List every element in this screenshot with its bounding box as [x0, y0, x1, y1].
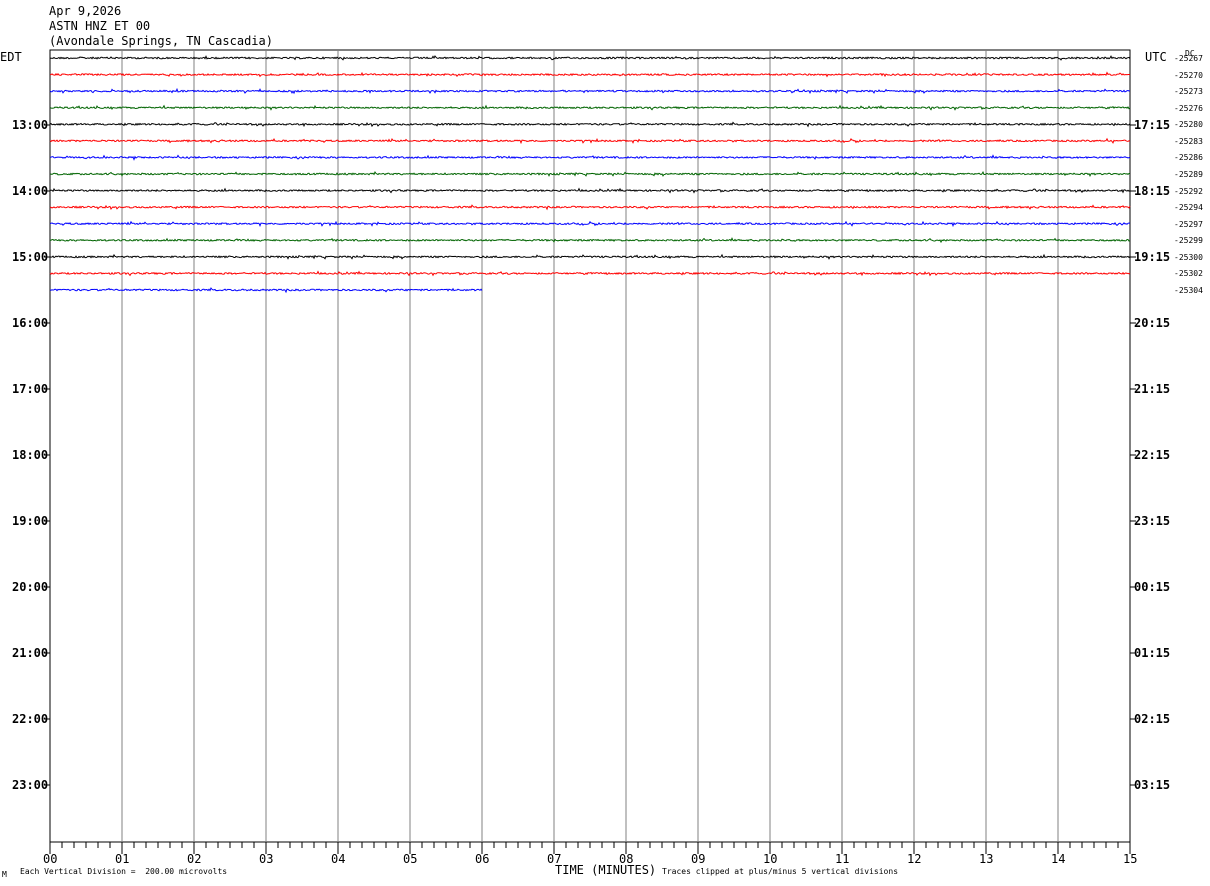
- left-hour-label: 17:00: [12, 382, 49, 396]
- seismic-trace: [50, 71, 1131, 78]
- right-hour-label: 17:15: [1134, 118, 1171, 132]
- right-hour-label: 23:15: [1134, 514, 1171, 528]
- right-hour-label: 03:15: [1134, 778, 1171, 792]
- right-hour-label: 20:15: [1134, 316, 1171, 330]
- right-hour-label: 19:15: [1134, 250, 1171, 264]
- right-hour-label: 21:15: [1134, 382, 1171, 396]
- seismic-trace: [49, 253, 1131, 260]
- left-hour-label: 13:00: [12, 118, 49, 132]
- dc-offset-label: -25276: [1174, 103, 1203, 113]
- x-axis-label: TIME (MINUTES): [555, 863, 657, 877]
- left-hour-label: 16:00: [12, 316, 49, 330]
- dc-offset-label: -25292: [1174, 186, 1203, 196]
- dc-offset-label: -25302: [1174, 269, 1203, 279]
- right-hour-label: 22:15: [1134, 448, 1171, 462]
- x-tick-label: 04: [331, 852, 346, 866]
- left-hour-label: 19:00: [12, 514, 49, 528]
- clip-note: Traces clipped at plus/minus 5 vertical …: [662, 867, 899, 876]
- right-hour-label: 01:15: [1134, 646, 1171, 660]
- seismic-trace: [49, 187, 1131, 194]
- left-hour-label: 21:00: [12, 646, 49, 660]
- x-tick-label: 15: [1123, 852, 1138, 866]
- seismic-trace: [49, 87, 1131, 95]
- seismic-trace: [49, 121, 1131, 128]
- dc-offset-label: -25280: [1174, 120, 1203, 130]
- dc-offset-label: -25300: [1174, 252, 1203, 262]
- left-hour-label: 22:00: [12, 712, 49, 726]
- helicorder-plot: [44, 49, 1136, 854]
- vertical-scale-note: Each Vertical Division = 200.00 microvol…: [20, 867, 228, 876]
- seismic-trace: [49, 270, 1131, 277]
- x-tick-label: 06: [475, 852, 490, 866]
- x-tick-label: 09: [691, 852, 706, 866]
- seismic-trace: [49, 170, 1130, 178]
- left-hour-label: 20:00: [12, 580, 49, 594]
- dc-offset-label: -25299: [1174, 236, 1203, 246]
- dc-offset-label: -25304: [1174, 285, 1203, 295]
- seismic-trace: [49, 55, 1131, 61]
- x-tick-label: 05: [403, 852, 418, 866]
- seismic-trace: [50, 237, 1131, 244]
- right-hour-label: 00:15: [1134, 580, 1171, 594]
- x-tick-label: 12: [907, 852, 922, 866]
- seismic-trace: [49, 204, 1131, 211]
- left-hour-label: 18:00: [12, 448, 49, 462]
- dc-offset-label: -25270: [1174, 70, 1203, 80]
- seismic-trace: [49, 104, 1131, 111]
- seismic-trace: [49, 154, 1131, 161]
- dc-offset-label: -25289: [1174, 169, 1203, 179]
- plot-frame: [49, 49, 1131, 843]
- dc-offset-label: -25267: [1174, 54, 1203, 63]
- right-hour-label: 18:15: [1134, 184, 1171, 198]
- x-tick-label: 10: [763, 852, 778, 866]
- seismic-trace: [49, 220, 1131, 228]
- footer-mark: M: [2, 870, 7, 879]
- x-tick-label: 13: [979, 852, 994, 866]
- dc-offset-label: -25283: [1174, 136, 1203, 146]
- left-hour-label: 14:00: [12, 184, 49, 198]
- x-tick-label: 02: [187, 852, 202, 866]
- dc-offset-label: -25297: [1174, 219, 1203, 229]
- dc-offset-label: -25286: [1174, 153, 1203, 163]
- seismic-trace: [49, 137, 1131, 145]
- x-tick-label: 14: [1051, 852, 1066, 866]
- x-tick-label: 03: [259, 852, 274, 866]
- x-tick-label: 11: [835, 852, 850, 866]
- right-hour-label: 02:15: [1134, 712, 1171, 726]
- left-hour-label: 15:00: [12, 250, 49, 264]
- x-tick-label: 00: [43, 852, 58, 866]
- dc-offset-label: -25273: [1174, 87, 1203, 97]
- x-tick-label: 01: [115, 852, 130, 866]
- left-hour-label: 23:00: [12, 778, 49, 792]
- dc-offset-label: -25294: [1174, 203, 1203, 213]
